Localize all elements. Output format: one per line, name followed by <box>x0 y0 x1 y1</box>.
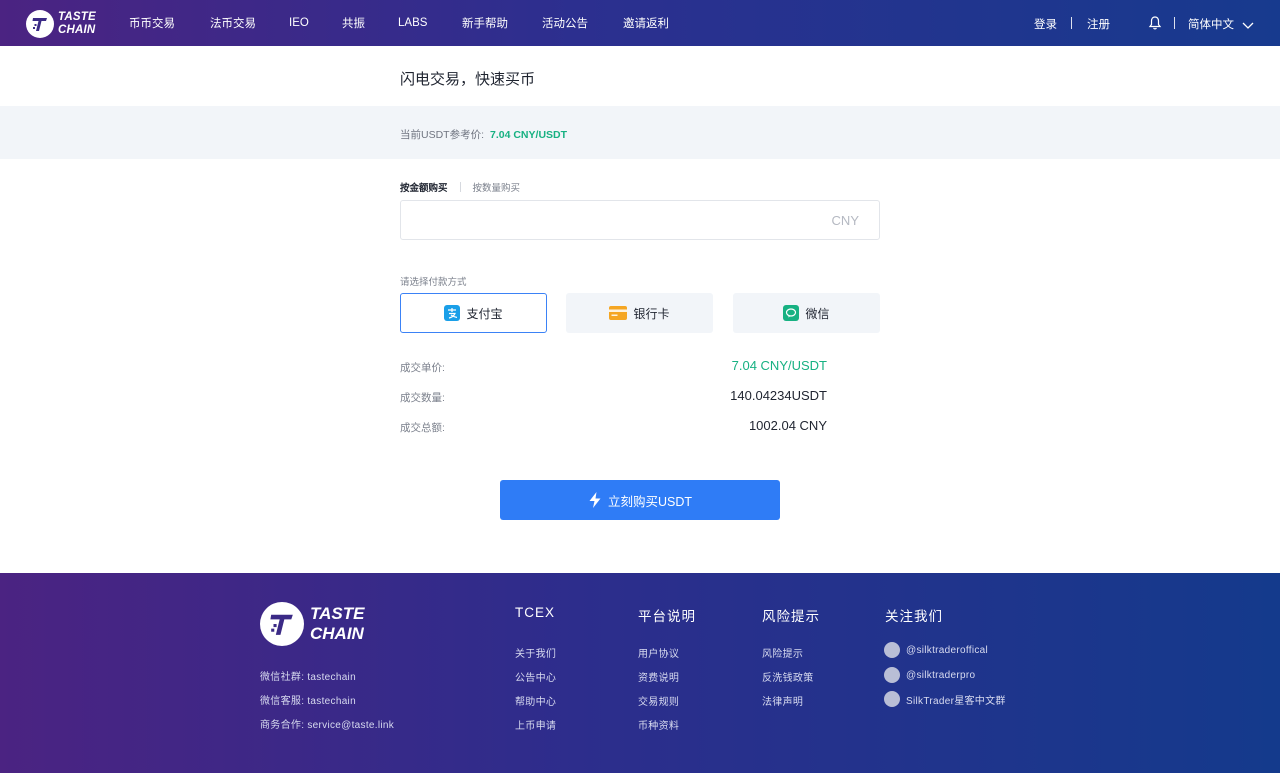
logo-mark-icon <box>260 602 304 646</box>
footer-social-item[interactable]: SilkTrader星客中文群 <box>884 691 1006 707</box>
pay-option-wechat[interactable]: 微信 <box>733 293 880 333</box>
chevron-down-icon[interactable] <box>1242 18 1254 36</box>
top-header: TASTE CHAIN 币币交易 法币交易 IEO 共振 LABS 新手帮助 活… <box>0 0 1280 46</box>
footer-social-item[interactable]: @silktraderoffical <box>884 642 988 658</box>
footer-link-fees[interactable]: 资费说明 <box>638 669 679 684</box>
pay-option-label: 银行卡 <box>633 306 670 321</box>
footer-wechat-support: 微信客服: tastechain <box>260 696 356 707</box>
footer-social-label: SilkTrader星客中文群 <box>906 695 1006 707</box>
bank-card-icon <box>609 305 628 321</box>
register-link[interactable]: 注册 <box>1087 16 1110 32</box>
footer-link-coin-info[interactable]: 币种资料 <box>638 717 679 732</box>
quantity-value: 140.04234USDT <box>730 388 827 403</box>
brand-logo[interactable]: TASTE CHAIN <box>26 10 96 38</box>
logo-line2: CHAIN <box>58 24 96 36</box>
footer-logo-line2: CHAIN <box>310 624 364 643</box>
price-band <box>0 106 1280 159</box>
footer-link-listing[interactable]: 上币申请 <box>515 717 556 732</box>
logo-line1: TASTE <box>58 11 96 23</box>
total-label: 成交总额: <box>400 422 445 434</box>
page-title: 闪电交易，快速买币 <box>400 71 536 88</box>
footer-social-label: @silktraderoffical <box>906 644 989 656</box>
footer-social-item[interactable]: @silktraderpro <box>884 667 975 683</box>
footer-link-about[interactable]: 关于我们 <box>515 645 556 660</box>
reference-price-value: 7.04 CNY/USDT <box>490 129 568 141</box>
reference-price-label: 当前USDT参考价: <box>400 129 484 141</box>
nav-item-ieo[interactable]: IEO <box>289 17 309 29</box>
nav-item-coin-trading[interactable]: 币币交易 <box>129 15 175 31</box>
header-divider-2 <box>1174 17 1175 29</box>
footer-col-title-tcex: TCEX <box>515 605 556 620</box>
footer-logo-line1: TASTE <box>310 604 365 623</box>
pay-option-label: 微信 <box>805 306 830 321</box>
footer-col-title-follow: 关注我们 <box>885 609 943 624</box>
tab-by-quantity[interactable]: 按数量购买 <box>473 180 521 194</box>
purchase-mode-tabs: 按金额购买 按数量购买 <box>400 180 520 194</box>
footer-brand-logo[interactable]: TASTE CHAIN <box>260 602 364 646</box>
footer-link-risk-warning[interactable]: 风险提示 <box>762 645 803 660</box>
language-selector[interactable]: 简体中文 <box>1188 16 1234 32</box>
social-avatar-icon <box>884 642 900 658</box>
footer-col-title-risk: 风险提示 <box>762 609 820 624</box>
login-link[interactable]: 登录 <box>1034 16 1057 32</box>
nav-item-announcements[interactable]: 活动公告 <box>542 15 588 31</box>
nav-item-labs[interactable]: LABS <box>398 17 427 29</box>
buy-usdt-button-label: 立刻购买USDT <box>607 494 693 509</box>
footer-wechat-group: 微信社群: tastechain <box>260 672 356 683</box>
unit-price-label: 成交单价: <box>400 362 445 374</box>
currency-unit: CNY <box>831 213 859 228</box>
nav-item-fiat-trading[interactable]: 法币交易 <box>210 15 256 31</box>
nav-item-resonance[interactable]: 共振 <box>342 15 365 31</box>
tab-divider <box>459 182 461 192</box>
footer-col-title-platform: 平台说明 <box>638 609 696 624</box>
header-divider <box>1071 17 1072 29</box>
footer-link-trading-rules[interactable]: 交易规则 <box>638 693 679 708</box>
alipay-icon <box>444 305 461 321</box>
amount-field: CNY <box>400 200 880 240</box>
reference-price: 当前USDT参考价: 7.04 CNY/USDT <box>400 127 567 142</box>
buy-usdt-button[interactable]: 立刻购买USDT <box>500 480 780 520</box>
payment-method-label: 请选择付款方式 <box>400 277 467 288</box>
footer-social-label: @silktraderpro <box>906 669 976 681</box>
unit-price-value: 7.04 CNY/USDT <box>731 358 827 373</box>
footer-link-user-agreement[interactable]: 用户协议 <box>638 645 679 660</box>
footer-business-contact: 商务合作: service@taste.link <box>260 720 395 731</box>
social-avatar-icon <box>884 667 900 683</box>
tab-by-amount[interactable]: 按金额购买 <box>400 180 448 194</box>
footer-link-legal[interactable]: 法律声明 <box>762 693 803 708</box>
nav-item-referral[interactable]: 邀请返利 <box>623 15 669 31</box>
pay-option-alipay[interactable]: 支付宝 <box>400 293 547 333</box>
lightning-icon <box>589 492 601 508</box>
total-value: 1002.04 CNY <box>748 418 827 433</box>
footer-link-announcements[interactable]: 公告中心 <box>515 669 556 684</box>
logo-mark-icon <box>26 10 54 38</box>
footer: TASTE CHAIN 微信社群: tastechain 微信客服: taste… <box>0 573 1280 773</box>
social-avatar-icon <box>884 691 900 707</box>
pay-option-label: 支付宝 <box>466 306 503 321</box>
amount-input[interactable] <box>401 201 801 239</box>
footer-link-aml-policy[interactable]: 反洗钱政策 <box>762 669 814 684</box>
bell-icon[interactable] <box>1147 15 1163 36</box>
footer-link-help[interactable]: 帮助中心 <box>515 693 556 708</box>
nav-item-beginner-help[interactable]: 新手帮助 <box>462 15 508 31</box>
quantity-label: 成交数量: <box>400 392 445 404</box>
wechat-icon <box>783 305 800 321</box>
pay-option-bank-card[interactable]: 银行卡 <box>566 293 713 333</box>
